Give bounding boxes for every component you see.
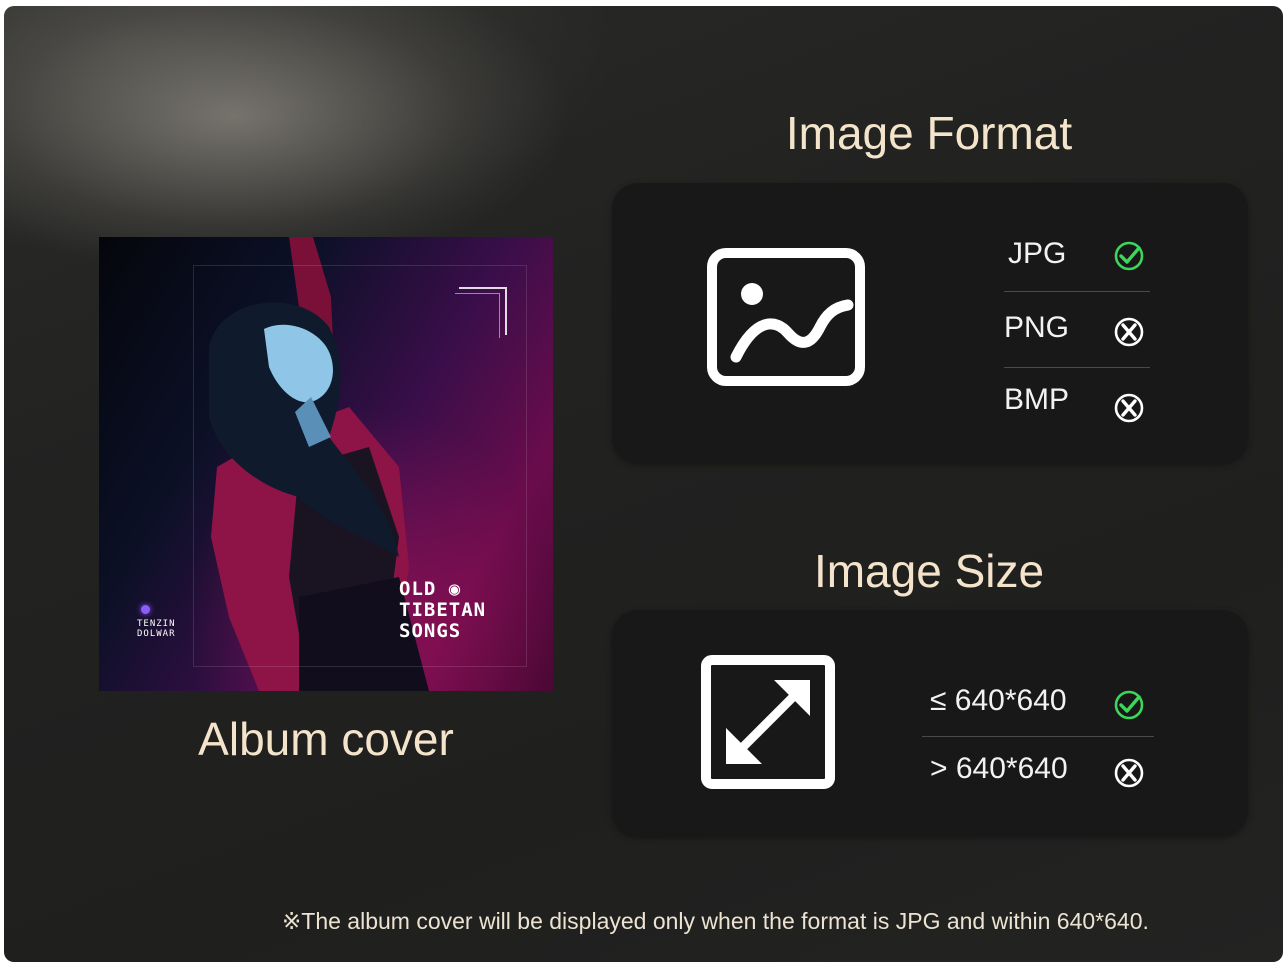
cover-corner-mark-inner <box>455 293 500 338</box>
cover-album-title: OLD ◉ TIBETAN SONGS <box>399 578 487 642</box>
image-size-panel: ≤ 640*640 > 640*640 <box>612 610 1248 836</box>
format-option-png: PNG <box>1004 311 1069 345</box>
check-circle-icon <box>1114 690 1144 720</box>
check-circle-icon <box>1114 241 1144 271</box>
size-option-within-limit: ≤ 640*640 <box>930 684 1067 718</box>
resize-icon <box>701 655 835 789</box>
size-option-over-limit: > 640*640 <box>930 752 1068 786</box>
x-circle-icon <box>1114 393 1144 423</box>
info-card: TENZIN DOLWAR OLD ◉ TIBETAN SONGS Album … <box>4 6 1283 962</box>
album-cover-image: TENZIN DOLWAR OLD ◉ TIBETAN SONGS <box>99 237 553 691</box>
format-option-label: BMP <box>1004 383 1070 416</box>
image-format-title: Image Format <box>785 107 1073 159</box>
size-option-label: > 640*640 <box>930 752 1068 785</box>
footnote: ※The album cover will be displayed only … <box>282 908 1149 934</box>
size-option-label: ≤ 640*640 <box>930 684 1067 717</box>
divider <box>1004 367 1150 368</box>
image-size-title: Image Size <box>813 545 1045 597</box>
format-option-label: JPG <box>1008 237 1067 270</box>
divider <box>922 736 1154 737</box>
image-icon <box>707 248 865 386</box>
image-format-panel: JPG PNG BMP <box>612 183 1248 463</box>
format-option-jpg: JPG <box>1008 237 1066 271</box>
format-option-bmp: BMP <box>1004 383 1069 417</box>
album-cover-label: Album cover <box>198 713 454 765</box>
format-option-label: PNG <box>1004 311 1070 344</box>
x-circle-icon <box>1114 758 1144 788</box>
divider <box>1004 291 1150 292</box>
cover-dot <box>141 605 150 614</box>
x-circle-icon <box>1114 317 1144 347</box>
cover-artist-name: TENZIN DOLWAR <box>137 619 176 639</box>
